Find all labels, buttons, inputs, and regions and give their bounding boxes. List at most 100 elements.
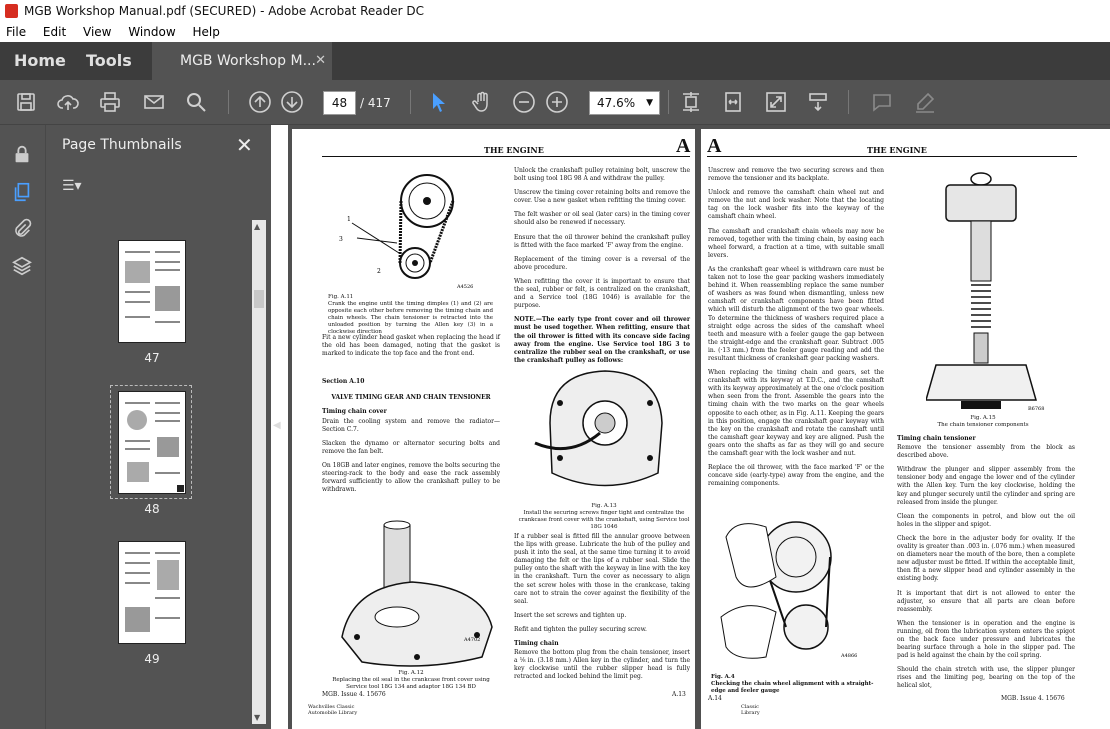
next-page-icon[interactable] bbox=[280, 90, 304, 114]
text-column-1: Unscrew and remove the two securing scre… bbox=[708, 167, 884, 494]
full-screen-icon[interactable] bbox=[764, 90, 788, 114]
page-48: THE ENGINE A 1 3 2 A4526 Fig. A.11 Crank t… bbox=[292, 129, 695, 729]
hand-tool-icon[interactable] bbox=[470, 90, 494, 114]
svg-text:3: 3 bbox=[339, 236, 343, 243]
paragraph: Clean the components in petrol, and blow… bbox=[897, 512, 1075, 528]
title-bar: MGB Workshop Manual.pdf (SECURED) - Adob… bbox=[0, 0, 1110, 22]
menu-bar: File Edit View Window Help bbox=[0, 22, 1110, 42]
scroll-down-icon[interactable]: ▼ bbox=[254, 713, 260, 722]
page-thumbnail-49[interactable] bbox=[118, 541, 186, 644]
section-number: Section A.10 bbox=[322, 378, 365, 386]
paragraph: Replace the oil thrower, with the face m… bbox=[708, 464, 884, 488]
paragraph: On 18GB and later engines, remove the bo… bbox=[322, 461, 500, 494]
paragraph: Ensure that the oil thrower behind the c… bbox=[514, 233, 690, 249]
page-header: THE ENGINE bbox=[867, 145, 927, 155]
paragraph: Remove the tensioner assembly from the b… bbox=[897, 444, 1075, 460]
toolbar-divider bbox=[848, 90, 849, 114]
zoom-dropdown[interactable]: 47.6% ▼ bbox=[589, 91, 660, 115]
paragraph: Fit a new cylinder head gasket when repl… bbox=[322, 334, 500, 358]
page-footer-right: MGB. Issue 4. 15676 bbox=[1001, 695, 1065, 702]
text-column-2-continued: If a rubber seal is fitted fill the annu… bbox=[514, 533, 690, 688]
figure-caption: Fig. A.11 Crank the engine until the tim… bbox=[328, 294, 493, 335]
menu-edit[interactable]: Edit bbox=[43, 25, 66, 39]
menu-help[interactable]: Help bbox=[192, 25, 219, 39]
page-footer-left: A.14 bbox=[708, 695, 722, 702]
thumbnail-options-icon[interactable]: ☰▾ bbox=[62, 178, 82, 194]
layers-icon[interactable] bbox=[11, 255, 33, 277]
print-icon[interactable] bbox=[98, 90, 122, 114]
paragraph: Refit and tighten the pulley securing sc… bbox=[514, 625, 647, 633]
save-icon[interactable] bbox=[14, 90, 38, 114]
page-header: THE ENGINE bbox=[484, 145, 544, 155]
menu-view[interactable]: View bbox=[83, 25, 111, 39]
paragraph: As the crankshaft gear wheel is withdraw… bbox=[708, 265, 884, 362]
library-stamp: Wachvilles Classic Automobile Library bbox=[308, 704, 358, 716]
scrollbar-thumb[interactable] bbox=[254, 290, 264, 308]
close-tab-icon[interactable]: ✕ bbox=[315, 42, 326, 80]
figure-caption: Fig. A.12 Replacing the oil seal in the … bbox=[332, 670, 490, 690]
figure-oil-seal-tool: A4702 bbox=[341, 520, 493, 667]
tab-home[interactable]: Home bbox=[14, 42, 66, 80]
page-thumbnails-icon[interactable] bbox=[11, 181, 33, 203]
search-icon[interactable] bbox=[184, 90, 208, 114]
subsection-title: Timing chain tensioner bbox=[897, 435, 976, 442]
page-thumbnail-47[interactable] bbox=[118, 240, 186, 343]
thumbnails-scrollbar[interactable]: ▲ ▼ bbox=[252, 220, 266, 724]
toolbar: 48 / 417 47.6% ▼ bbox=[0, 80, 1110, 125]
text-column-2: Unlock the crankshaft pulley retaining b… bbox=[514, 167, 690, 371]
svg-text:A4866: A4866 bbox=[840, 653, 857, 659]
close-panel-icon[interactable]: ✕ bbox=[236, 135, 253, 155]
subsection-title: Timing chain cover bbox=[322, 408, 387, 416]
attachment-icon[interactable] bbox=[11, 218, 33, 240]
comment-icon[interactable] bbox=[870, 90, 894, 114]
text-column-1: Fit a new cylinder head gasket when repl… bbox=[322, 334, 500, 500]
tab-document-label: MGB Workshop M... bbox=[180, 53, 316, 69]
page-49: A THE ENGINE Unscrew and remove the two … bbox=[701, 129, 1110, 729]
page-footer-right: A.13 bbox=[672, 691, 686, 698]
tab-tools[interactable]: Tools bbox=[86, 42, 132, 80]
page-footer-left: MGB. Issue 4. 15676 bbox=[322, 691, 386, 698]
svg-text:2: 2 bbox=[377, 268, 381, 275]
paragraph: When the tensioner is in operation and t… bbox=[897, 619, 1075, 660]
figure-timing-gears: 1 3 2 A4526 bbox=[339, 174, 473, 290]
fit-page-icon[interactable] bbox=[679, 90, 703, 114]
paragraph: Drain the cooling system and remove the … bbox=[322, 417, 500, 433]
highlight-pen-icon[interactable] bbox=[913, 90, 937, 114]
section-letter: A bbox=[707, 135, 722, 157]
thumbnail-label-48: 48 bbox=[144, 502, 160, 516]
svg-text:A4702: A4702 bbox=[463, 637, 480, 643]
header-rule bbox=[322, 156, 690, 157]
paragraph: Unscrew and remove the two securing scre… bbox=[708, 167, 884, 183]
tab-document[interactable]: MGB Workshop M... ✕ bbox=[152, 42, 332, 80]
menu-window[interactable]: Window bbox=[128, 25, 175, 39]
acrobat-app-icon bbox=[5, 4, 18, 18]
section-letter: A bbox=[676, 135, 691, 157]
thumbnail-label-49: 49 bbox=[144, 652, 160, 666]
zoom-out-icon[interactable] bbox=[512, 90, 536, 114]
fit-width-icon[interactable] bbox=[721, 90, 745, 114]
chevron-down-icon: ▼ bbox=[646, 98, 653, 108]
page-number-input[interactable]: 48 bbox=[323, 91, 356, 115]
paragraph: The camshaft and crankshaft chain wheels… bbox=[708, 227, 884, 259]
paragraph: Unscrew the timing cover retaining bolts… bbox=[514, 189, 690, 205]
page-total: / 417 bbox=[360, 96, 391, 110]
header-rule bbox=[707, 156, 1077, 157]
lock-icon[interactable] bbox=[11, 143, 33, 165]
document-viewport[interactable]: THE ENGINE A 1 3 2 A4526 Fig. A.11 Crank t… bbox=[288, 125, 1110, 729]
scroll-mode-icon[interactable] bbox=[806, 90, 830, 114]
menu-file[interactable]: File bbox=[6, 25, 26, 39]
upload-cloud-icon[interactable] bbox=[56, 90, 80, 114]
figure-chain-tensioner-components: B6768 bbox=[926, 172, 1044, 412]
zoom-in-icon[interactable] bbox=[545, 90, 569, 114]
section-title: VALVE TIMING GEAR AND CHAIN TENSIONER bbox=[331, 394, 491, 402]
window-title: MGB Workshop Manual.pdf (SECURED) - Adob… bbox=[24, 4, 425, 18]
email-icon[interactable] bbox=[142, 90, 166, 114]
previous-page-icon[interactable] bbox=[248, 90, 272, 114]
page-thumbnail-48[interactable] bbox=[118, 391, 186, 494]
scroll-up-icon[interactable]: ▲ bbox=[254, 222, 260, 231]
paragraph: Insert the set screws and tighten up. bbox=[514, 611, 627, 619]
select-cursor-icon[interactable] bbox=[427, 90, 451, 114]
paragraph: When replacing the timing chain and gear… bbox=[708, 369, 884, 457]
figure-chain-alignment: A4866 bbox=[720, 521, 857, 659]
collapse-panel-icon[interactable]: ◀ bbox=[273, 420, 281, 431]
